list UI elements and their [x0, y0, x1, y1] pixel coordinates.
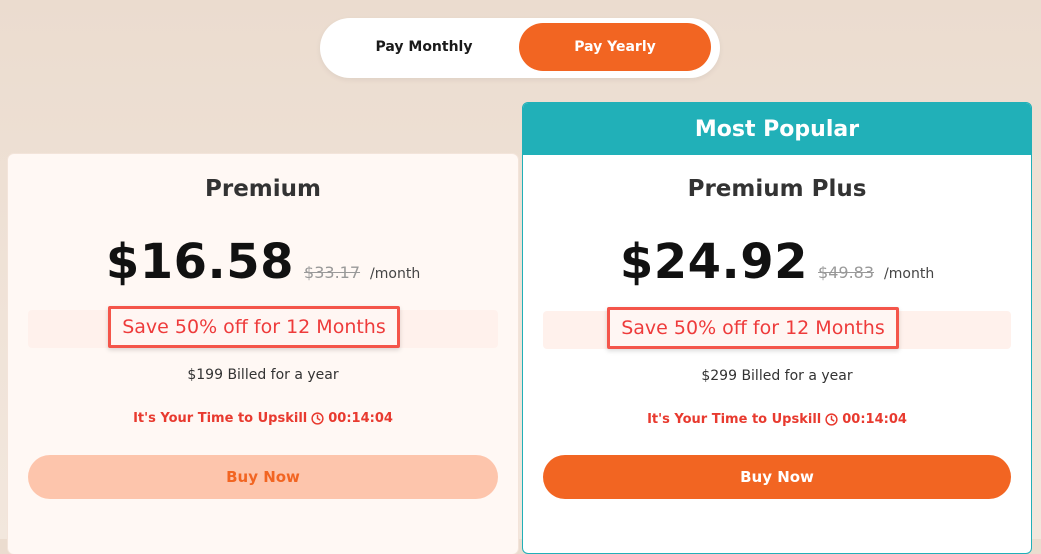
countdown-label: It's Your Time to Upskill	[133, 411, 308, 426]
price: $16.58	[105, 234, 295, 290]
countdown-row: It's Your Time to Upskill 00:14:04	[523, 412, 1031, 427]
original-price: $33.17	[304, 263, 361, 282]
plan-name: Premium	[205, 176, 321, 202]
buy-now-button-premium-plus[interactable]: Buy Now	[543, 455, 1011, 499]
price-period: /month	[884, 266, 935, 282]
clock-icon	[311, 412, 324, 425]
price-row: $16.58 $33.17 /month	[8, 234, 518, 290]
billed-text: $299 Billed for a year	[701, 368, 853, 384]
clock-icon	[825, 413, 838, 426]
buy-now-button-premium[interactable]: Buy Now	[28, 455, 498, 499]
countdown-row: It's Your Time to Upskill 00:14:04	[8, 411, 518, 426]
pay-monthly-option[interactable]: Pay Monthly	[328, 23, 520, 71]
plan-card-premium-plus: Most Popular Premium Plus $24.92 $49.83 …	[522, 102, 1032, 554]
original-price: $49.83	[818, 263, 875, 282]
save-offer-badge: Save 50% off for 12 Months	[108, 306, 400, 348]
countdown-label: It's Your Time to Upskill	[647, 412, 822, 427]
pay-yearly-option[interactable]: Pay Yearly	[519, 23, 711, 71]
plan-name: Premium Plus	[687, 176, 867, 202]
price-period: /month	[370, 266, 421, 282]
price-row: $24.92 $49.83 /month	[523, 234, 1031, 290]
billing-toggle: Pay Monthly Pay Yearly	[320, 18, 720, 78]
most-popular-banner: Most Popular	[523, 103, 1031, 155]
plan-card-premium: Premium $16.58 $33.17 /month Save 50% of…	[8, 154, 518, 554]
save-offer-badge: Save 50% off for 12 Months	[607, 307, 899, 349]
price: $24.92	[619, 234, 809, 290]
countdown-timer: 00:14:04	[328, 411, 393, 426]
billed-text: $199 Billed for a year	[187, 367, 339, 383]
countdown-timer: 00:14:04	[842, 412, 907, 427]
